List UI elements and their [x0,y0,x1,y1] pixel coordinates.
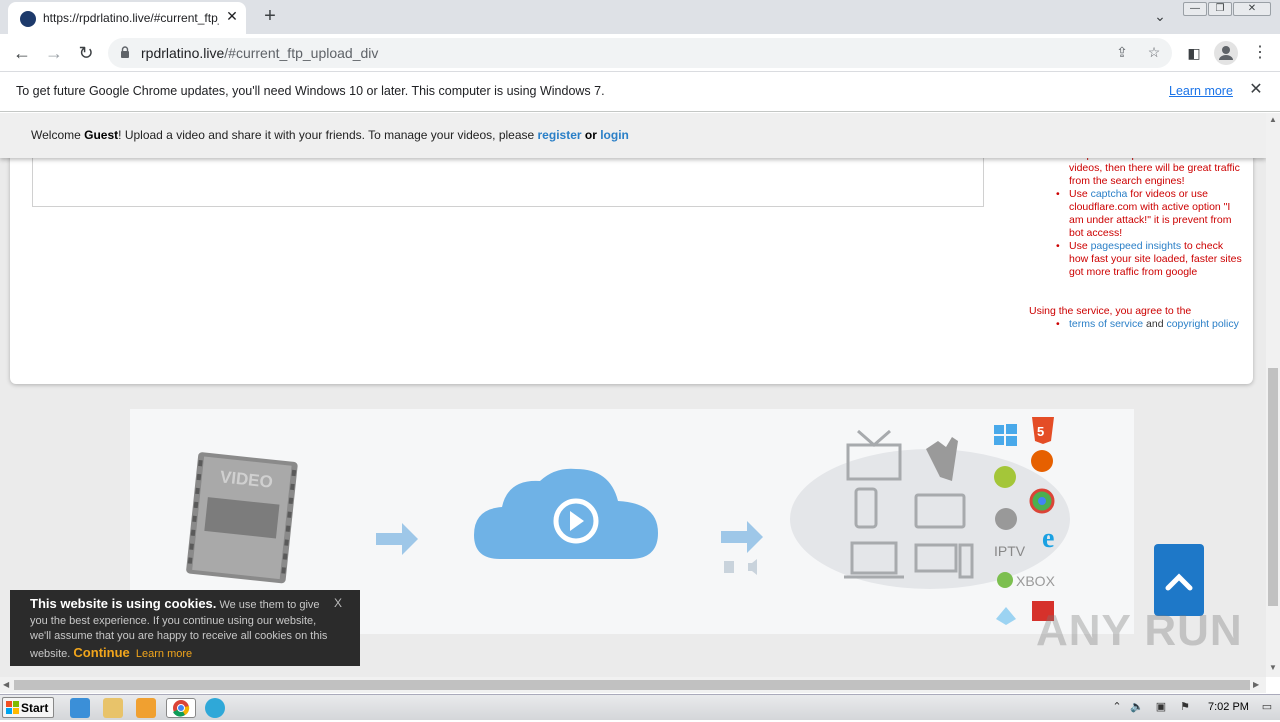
copyright-link[interactable]: copyright policy [1166,318,1238,330]
tray-expand-icon[interactable]: ⌃ [1110,700,1124,714]
tab-title: https://rpdrlatino.live/#current_ftp_ [43,11,219,25]
start-label: Start [21,701,49,715]
arrow-right-icon [376,523,418,555]
gem-logo-icon [996,607,1016,625]
tip-text: videos, then there will be great traffic… [1069,162,1240,187]
welcome-bar: Welcome Guest! Upload a video and share … [0,113,1266,158]
xbox-logo-icon [997,572,1013,588]
firefox-logo-icon [1031,450,1053,472]
minimize-button[interactable]: — [1183,2,1207,16]
vertical-scrollbar[interactable]: ▲ ▼ [1266,113,1280,677]
edge-taskbar-icon[interactable] [205,698,225,718]
and-text: and [1143,318,1167,330]
film-small-icon [724,561,734,573]
scroll-left-icon[interactable]: ◀ [3,680,9,689]
side-panel-icon[interactable]: ◧ [1182,41,1206,65]
chrome-logo-icon [173,700,190,717]
tip-text: Use [1069,188,1091,200]
share-icon[interactable]: ⇪ [1112,44,1132,62]
scroll-down-icon[interactable]: ▼ [1269,663,1277,672]
register-link[interactable]: register [538,128,582,142]
cookie-heading: This website is using cookies. [30,596,217,611]
welcome-prefix: Welcome [31,128,85,142]
windows-taskbar: Start ⌃ 🔈 ▣ ⚑ 7:02 PM ▭ [0,694,1280,720]
html5-glyph: 5 [1037,424,1044,439]
terms-link[interactable]: terms of service [1069,318,1143,330]
infobar-learn-more-link[interactable]: Learn more [1169,84,1233,98]
favicon-icon [20,11,36,27]
address-bar[interactable]: rpdrlatino.live/#current_ftp_upload_div … [108,38,1172,68]
explorer-taskbar-icon[interactable] [103,698,123,718]
tab-close-icon[interactable]: ✕ [224,8,240,26]
menu-kebab-icon[interactable]: ⋮ [1248,41,1272,65]
back-arrow-icon[interactable]: ← [10,41,34,65]
apple-logo-icon [995,508,1017,530]
bookmark-star-icon[interactable]: ☆ [1144,44,1164,62]
close-window-button[interactable]: ✕ [1233,2,1271,16]
policy-item: terms of service and copyright policy [1014,318,1244,331]
welcome-middle: ! Upload a video and share it with your … [118,128,538,142]
welcome-message: Welcome Guest! Upload a video and share … [31,128,629,142]
cookie-banner: This website is using cookies. We use th… [10,590,360,666]
cookie-continue-button[interactable]: Continue [73,645,129,660]
url-text: rpdrlatino.live/#current_ftp_upload_div [141,45,378,61]
cookie-close-icon[interactable]: X [331,596,345,610]
tip-item-captcha: Use captcha for videos or use cloudflare… [1014,188,1244,240]
tip-text: Use [1069,240,1091,252]
vertical-scroll-thumb[interactable] [1268,368,1278,606]
arrow-right-icon [721,521,763,553]
url-host: rpdrlatino.live [141,45,225,61]
iptv-label: IPTV [994,543,1026,559]
taskbar-clock[interactable]: 7:02 PM [1208,701,1249,713]
update-infobar: To get future Google Chrome updates, you… [0,72,1280,112]
volume-icon[interactable]: 🔈 [1130,700,1144,714]
url-path: /#current_ftp_upload_div [224,45,379,61]
infobar-message: To get future Google Chrome updates, you… [16,84,605,98]
new-tab-button[interactable]: + [258,4,282,28]
android-logo-icon [994,466,1016,488]
login-link[interactable]: login [600,128,629,142]
or-text: or [581,128,601,142]
tip-item-pagespeed: Use pagespeed insights to check how fast… [1014,240,1244,279]
tips-sidebar: unique description for thevideos, then t… [1014,149,1244,331]
tab-search-chevron-icon[interactable]: ⌄ [1150,8,1170,26]
start-button[interactable]: Start [2,697,54,718]
chrome-taskbar-icon[interactable] [166,698,196,718]
scroll-up-icon[interactable]: ▲ [1269,115,1277,124]
browser-tab[interactable]: https://rpdrlatino.live/#current_ftp_ ✕ [8,2,246,34]
welcome-user: Guest [84,128,119,142]
page-viewport: unique description for thevideos, then t… [0,113,1266,677]
film-strip-icon: VIDEO [186,452,298,584]
volume-small-icon [748,559,757,575]
ie-logo-icon: e [1042,523,1054,554]
horizontal-scrollbar[interactable]: ◀ ▶ [0,677,1266,693]
windows-flag-icon [6,701,19,714]
xbox-label: XBOX [1016,573,1056,589]
horizontal-scroll-thumb[interactable] [14,680,1250,690]
network-icon[interactable]: ▣ [1154,700,1168,714]
show-desktop-icon[interactable]: ▭ [1260,700,1274,714]
profile-avatar[interactable] [1214,41,1238,65]
maximize-button[interactable]: ❐ [1208,2,1232,16]
cloud-upload-icon [474,468,658,559]
ie-taskbar-icon[interactable] [70,698,90,718]
captcha-link[interactable]: captcha [1091,188,1128,200]
scroll-right-icon[interactable]: ▶ [1253,680,1259,689]
reload-icon[interactable]: ↻ [74,41,98,65]
agree-text: Using the service, you agree to the [1029,305,1192,317]
person-icon [1219,46,1233,60]
infobar-close-icon[interactable]: ✕ [1248,82,1264,98]
media-player-taskbar-icon[interactable] [136,698,156,718]
forward-arrow-icon[interactable]: → [42,41,66,65]
html5-logo-icon: 5 [1032,417,1054,444]
browser-toolbar: ← → ↻ rpdrlatino.live/#current_ftp_uploa… [0,34,1280,72]
lock-icon [121,46,129,58]
pagespeed-link[interactable]: pagespeed insights [1091,240,1182,252]
tab-strip: https://rpdrlatino.live/#current_ftp_ ✕ … [0,0,1280,34]
cookie-learn-more-link[interactable]: Learn more [136,648,192,660]
anyrun-watermark: ANY RUN [1036,606,1243,655]
flag-icon[interactable]: ⚑ [1178,700,1192,714]
windows-logo-icon [994,424,1017,446]
